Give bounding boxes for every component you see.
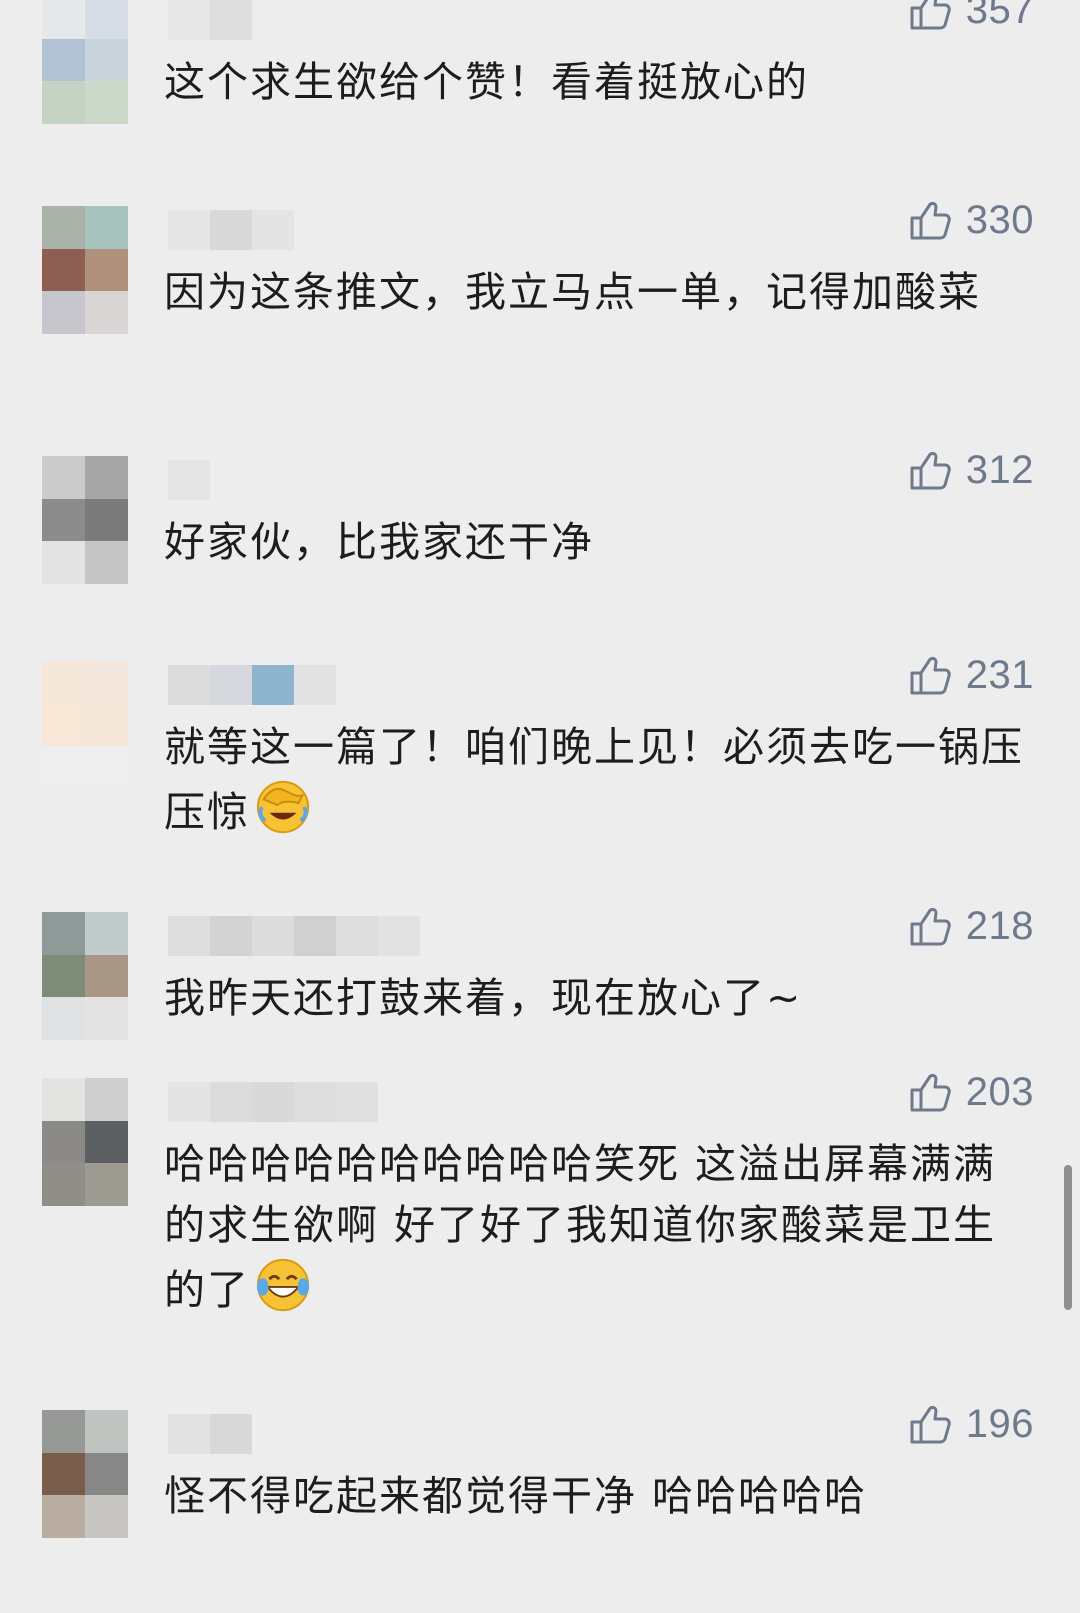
thumbs-up-icon [908,1071,952,1115]
avatar[interactable] [42,456,128,584]
like-count: 357 [965,0,1034,32]
nickname-blurred[interactable] [168,665,336,705]
comment-text: 好家伙，比我家还干净 [164,512,1024,573]
thumbs-up-icon [908,449,952,493]
like-button[interactable]: 203 [908,1070,1034,1115]
comment-text: 我昨天还打鼓来着，现在放心了~ [164,968,1024,1029]
avatar[interactable] [42,206,128,334]
like-count: 312 [965,448,1034,492]
like-count: 330 [965,198,1034,242]
nickname-blurred[interactable] [168,460,210,500]
thumbs-up-icon [908,199,952,243]
thumbs-up-icon [908,1403,952,1447]
facepalm-laugh-emoji-icon [256,780,310,834]
scrollbar[interactable] [1064,1165,1072,1310]
like-count: 218 [965,904,1034,948]
nickname-blurred[interactable] [168,1082,378,1122]
nickname-blurred[interactable] [168,916,420,956]
thumbs-up-icon [908,905,952,949]
avatar[interactable] [42,1410,128,1538]
comment-text-content: 因为这条推文，我立马点一单，记得加酸菜 [164,268,981,316]
like-button[interactable]: 218 [908,904,1034,949]
comment-text: 哈哈哈哈哈哈哈哈哈哈笑死 这溢出屏幕满满的求生欲啊 好了好了我知道你家酸菜是卫生… [164,1134,1024,1321]
like-count: 231 [965,653,1034,697]
nickname-blurred[interactable] [168,0,252,40]
nickname-blurred[interactable] [168,1414,252,1454]
comment-text: 怪不得吃起来都觉得干净 哈哈哈哈哈 [164,1466,1024,1527]
avatar[interactable] [42,1078,128,1206]
like-count: 203 [965,1070,1034,1114]
comment-text-content: 这个求生欲给个赞！看着挺放心的 [164,58,809,106]
avatar[interactable] [42,0,128,124]
avatar[interactable] [42,661,128,789]
like-button[interactable]: 357 [908,0,1034,33]
nickname-blurred[interactable] [168,210,294,250]
comment-text-content: 怪不得吃起来都觉得干净 哈哈哈哈哈 [164,1472,868,1520]
thumbs-up-icon [908,654,952,698]
comment-text: 因为这条推文，我立马点一单，记得加酸菜 [164,262,1024,323]
like-button[interactable]: 196 [908,1402,1034,1447]
like-count: 196 [965,1402,1034,1446]
comment-text-content: 好家伙，比我家还干净 [164,518,594,566]
avatar[interactable] [42,912,128,1040]
comment-text: 就等这一篇了！咱们晚上见！必须去吃一锅压压惊 [164,717,1024,843]
like-button[interactable]: 330 [908,198,1034,243]
comment-text: 这个求生欲给个赞！看着挺放心的 [164,52,1024,113]
like-button[interactable]: 231 [908,653,1034,698]
tears-of-joy-emoji-icon [256,1258,310,1312]
like-button[interactable]: 312 [908,448,1034,493]
thumbs-up-icon [908,0,952,33]
comment-text-content: 我昨天还打鼓来着，现在放心了~ [164,974,803,1022]
